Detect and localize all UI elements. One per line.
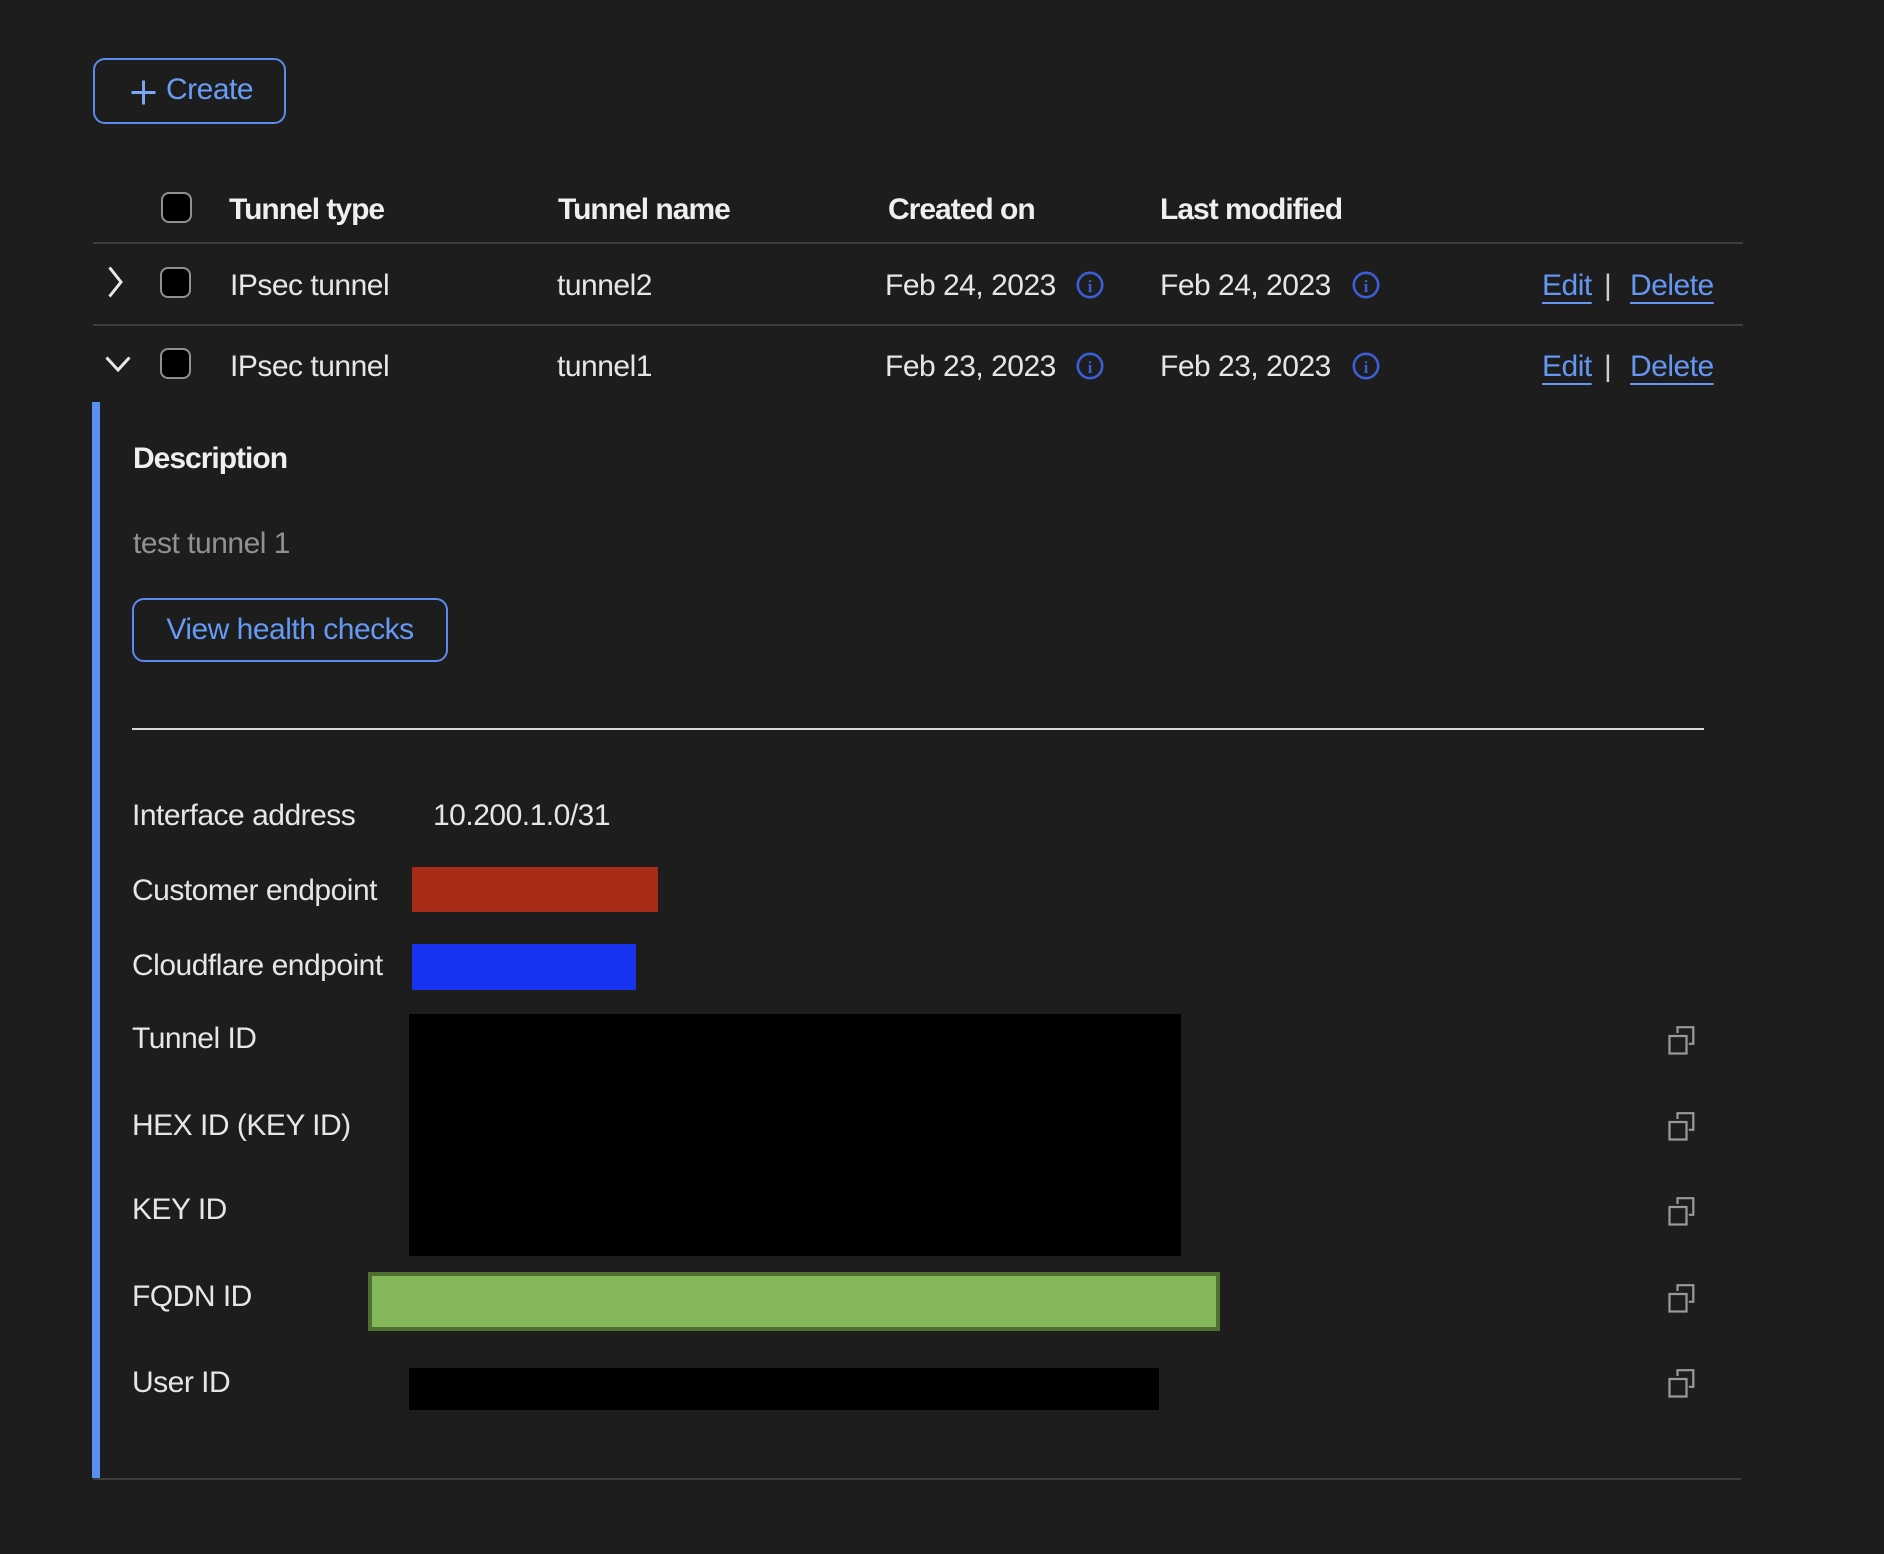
svg-text:i: i [1364,358,1369,377]
svg-text:i: i [1088,277,1093,296]
svg-text:i: i [1364,277,1369,296]
svg-text:i: i [1088,358,1093,377]
